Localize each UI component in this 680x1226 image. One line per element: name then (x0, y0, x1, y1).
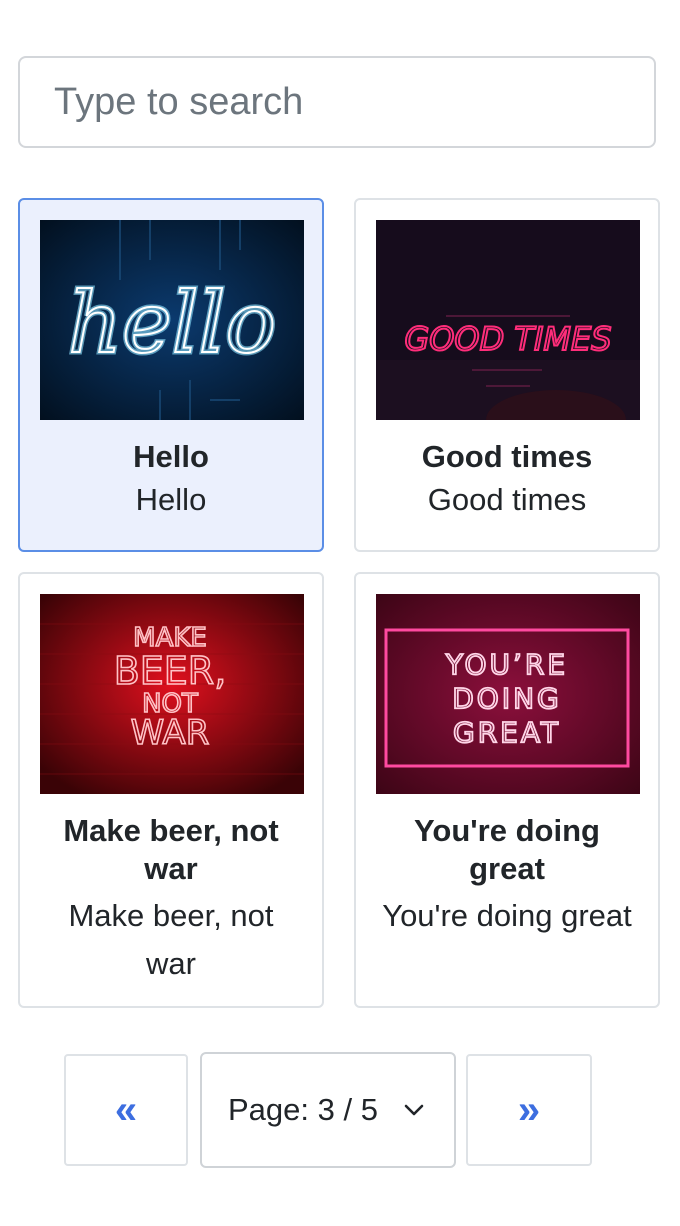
chevron-down-icon (404, 1104, 424, 1116)
card-image-good-times: GOOD TIMES (376, 220, 640, 420)
card-title: Good times (421, 439, 593, 474)
neon-text-core: hello (68, 274, 276, 372)
page-select-label: Page: 3 / 5 (228, 1092, 378, 1127)
search-input[interactable] (20, 58, 654, 146)
svg-text:GREAT: GREAT (453, 716, 561, 749)
card-make-beer[interactable]: MAKE BEER, NOT WAR Make beer, not war Ma… (18, 572, 324, 1008)
card-title: Hello (133, 439, 209, 474)
card-image-make-beer: MAKE BEER, NOT WAR (40, 594, 304, 794)
svg-text:WAR: WAR (131, 713, 210, 753)
card-subtitle: Make beer, not war (68, 898, 274, 981)
svg-text:BEER,: BEER, (114, 649, 227, 693)
page-select[interactable]: Page: 3 / 5 (200, 1052, 456, 1168)
card-subtitle: Hello (135, 482, 207, 517)
next-page-button[interactable]: » (466, 1054, 592, 1166)
card-good-times[interactable]: GOOD TIMES Good times Good times (354, 198, 660, 552)
card-image-doing-great: YOU’RE DOING GREAT (376, 594, 640, 794)
card-hello[interactable]: hello hello Hello Hello (18, 198, 324, 552)
card-title: Make beer, not war (63, 813, 279, 886)
double-chevron-right-icon: » (517, 1087, 541, 1132)
card-subtitle: You're doing great (382, 898, 632, 933)
search-box[interactable] (18, 56, 656, 148)
card-doing-great[interactable]: YOU’RE DOING GREAT You're doing great Yo… (354, 572, 660, 1008)
double-chevron-left-icon: « (114, 1087, 138, 1132)
svg-text:DOING: DOING (452, 682, 562, 715)
previous-page-button[interactable]: « (64, 1054, 188, 1166)
card-title: You're doing great (414, 813, 600, 886)
card-subtitle: Good times (427, 482, 587, 517)
card-image-hello: hello hello (40, 220, 304, 420)
svg-text:YOU’RE: YOU’RE (445, 648, 568, 681)
neon-text: GOOD TIMES (404, 320, 611, 358)
